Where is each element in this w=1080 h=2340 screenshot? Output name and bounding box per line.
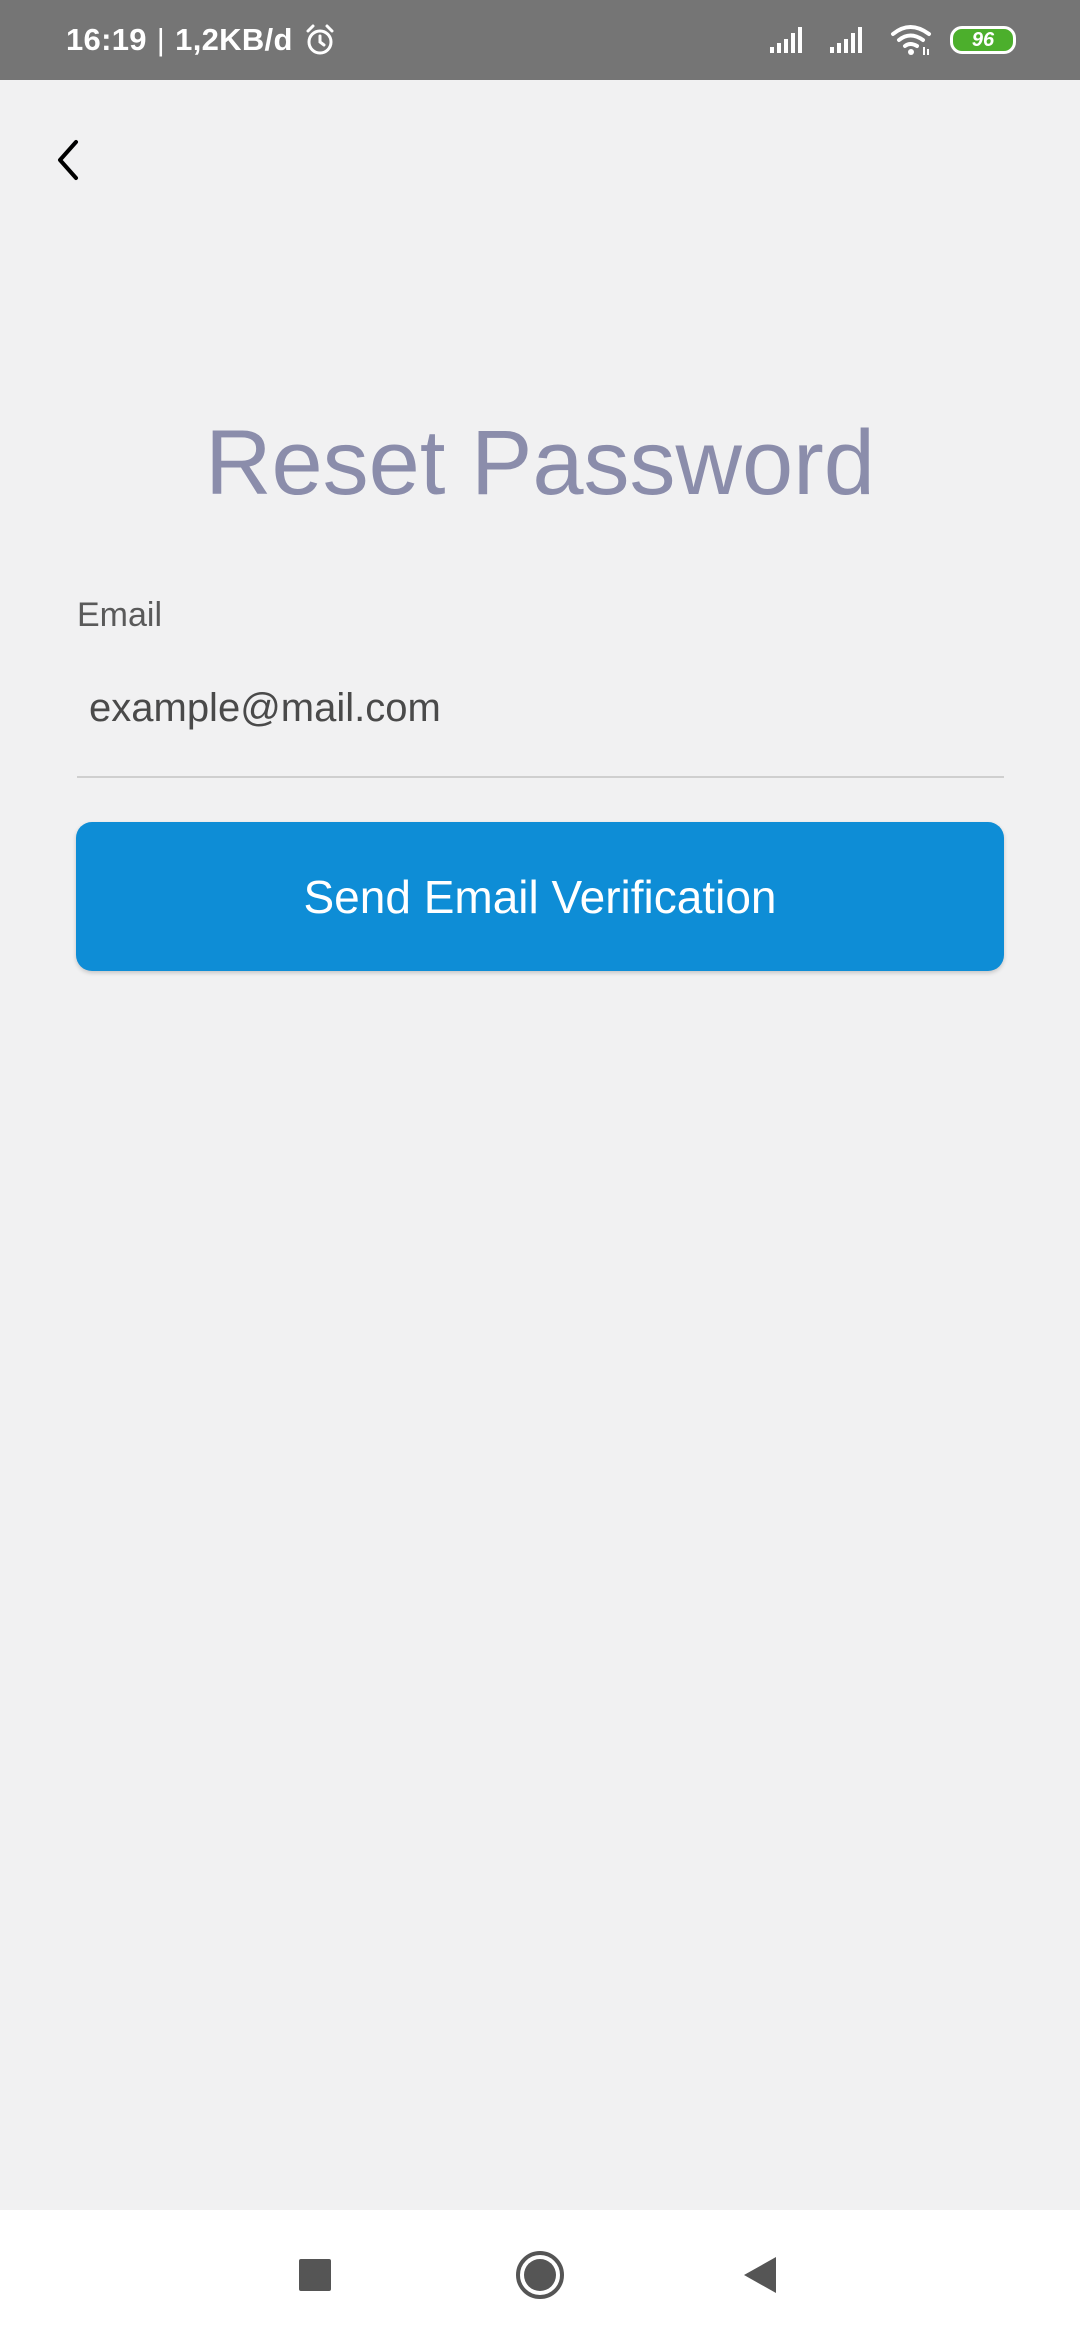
signal-icon xyxy=(830,25,870,55)
recent-apps-icon xyxy=(299,2259,331,2291)
email-field[interactable] xyxy=(77,670,1004,778)
status-separator: | xyxy=(156,22,166,57)
battery-level: 96 xyxy=(971,28,995,51)
chevron-left-icon xyxy=(58,140,78,180)
home-icon xyxy=(516,2251,564,2299)
signal-icon xyxy=(770,25,810,55)
system-back-button[interactable] xyxy=(725,2210,795,2340)
status-time: 16:19 xyxy=(66,22,147,57)
email-label: Email xyxy=(77,596,163,634)
status-bar: 16:19 | 1,2KB/d 96 xyxy=(0,0,1080,80)
battery-icon: 96 xyxy=(950,26,1016,54)
page-title: Reset Password xyxy=(205,412,875,514)
back-button[interactable] xyxy=(40,120,96,200)
status-right: 96 xyxy=(770,0,1016,80)
system-nav-bar xyxy=(0,2210,1080,2340)
send-email-verification-button[interactable]: Send Email Verification xyxy=(76,822,1004,971)
alarm-icon xyxy=(303,23,337,57)
recent-apps-button[interactable] xyxy=(280,2210,350,2340)
status-left: 16:19 | 1,2KB/d xyxy=(66,0,337,80)
home-button[interactable] xyxy=(505,2210,575,2340)
back-icon xyxy=(744,2257,776,2293)
wifi-icon xyxy=(890,23,934,57)
status-data-rate: 1,2KB/d xyxy=(175,22,293,57)
